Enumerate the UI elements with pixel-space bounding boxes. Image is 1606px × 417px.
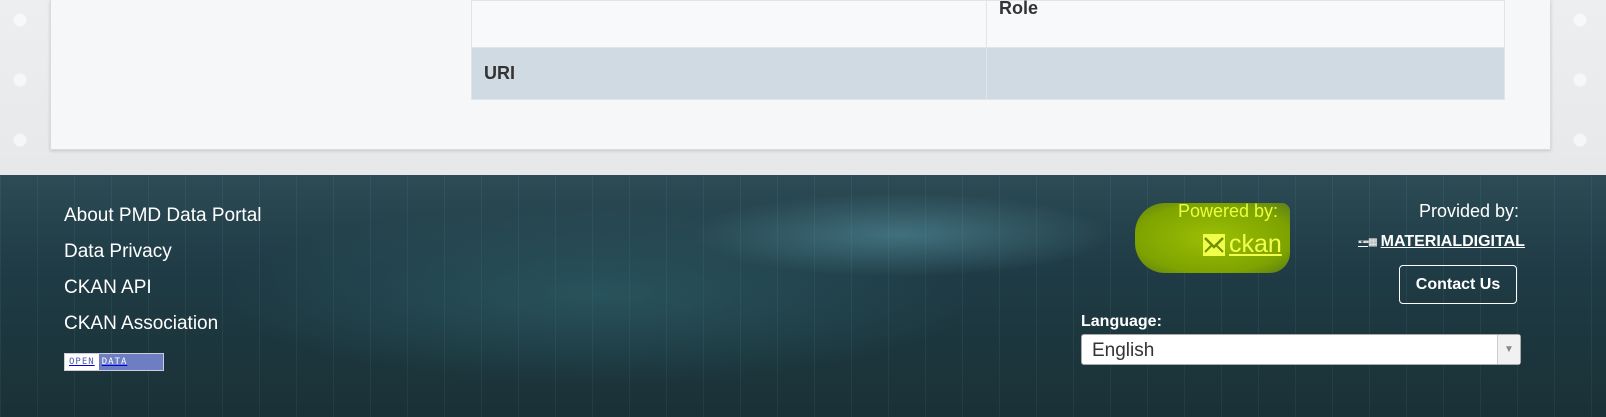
table-row: URI bbox=[471, 47, 1505, 100]
footer-link-ckan-api[interactable]: CKAN API bbox=[64, 277, 261, 313]
open-data-badge-right: DATA bbox=[98, 354, 163, 370]
open-data-badge-left: OPEN bbox=[69, 357, 95, 367]
open-data-badge[interactable]: OPEN DATA bbox=[64, 353, 164, 371]
chevron-down-icon[interactable]: ▼ bbox=[1497, 335, 1520, 364]
materialdigital-dots-icon: ▪▫▪▪▦ bbox=[1358, 236, 1378, 248]
footer-link-about[interactable]: About PMD Data Portal bbox=[64, 205, 261, 241]
ckan-mail-icon bbox=[1203, 233, 1225, 256]
uri-label: URI bbox=[471, 47, 987, 100]
language-label: Language: bbox=[1081, 313, 1162, 330]
site-footer: About PMD Data Portal Data Privacy CKAN … bbox=[0, 175, 1606, 417]
language-selected-value: English bbox=[1092, 340, 1155, 361]
materialdigital-logo[interactable]: ▪▫▪▪▦ MATERIALDIGITAL bbox=[1358, 233, 1525, 251]
table-cell bbox=[471, 0, 987, 48]
powered-by-label: Powered by: bbox=[1178, 201, 1279, 221]
language-select[interactable]: English ▼ bbox=[1081, 334, 1521, 365]
content-card: Role URI bbox=[50, 0, 1551, 150]
role-header: Role bbox=[986, 0, 1505, 48]
provided-by-label: Provided by: bbox=[1418, 201, 1519, 221]
footer-link-data-privacy[interactable]: Data Privacy bbox=[64, 241, 261, 277]
ckan-logo-text: ckan bbox=[1229, 230, 1282, 258]
footer-link-ckan-association[interactable]: CKAN Association bbox=[64, 313, 261, 349]
ckan-logo[interactable]: ckan bbox=[1203, 230, 1282, 259]
uri-value bbox=[986, 47, 1505, 100]
table-row: Role bbox=[471, 0, 1505, 48]
metadata-table: Role URI bbox=[471, 0, 1505, 100]
contact-us-button[interactable]: Contact Us bbox=[1399, 265, 1517, 304]
materialdigital-logo-text: MATERIALDIGITAL bbox=[1380, 233, 1525, 250]
footer-links: About PMD Data Portal Data Privacy CKAN … bbox=[64, 205, 261, 349]
